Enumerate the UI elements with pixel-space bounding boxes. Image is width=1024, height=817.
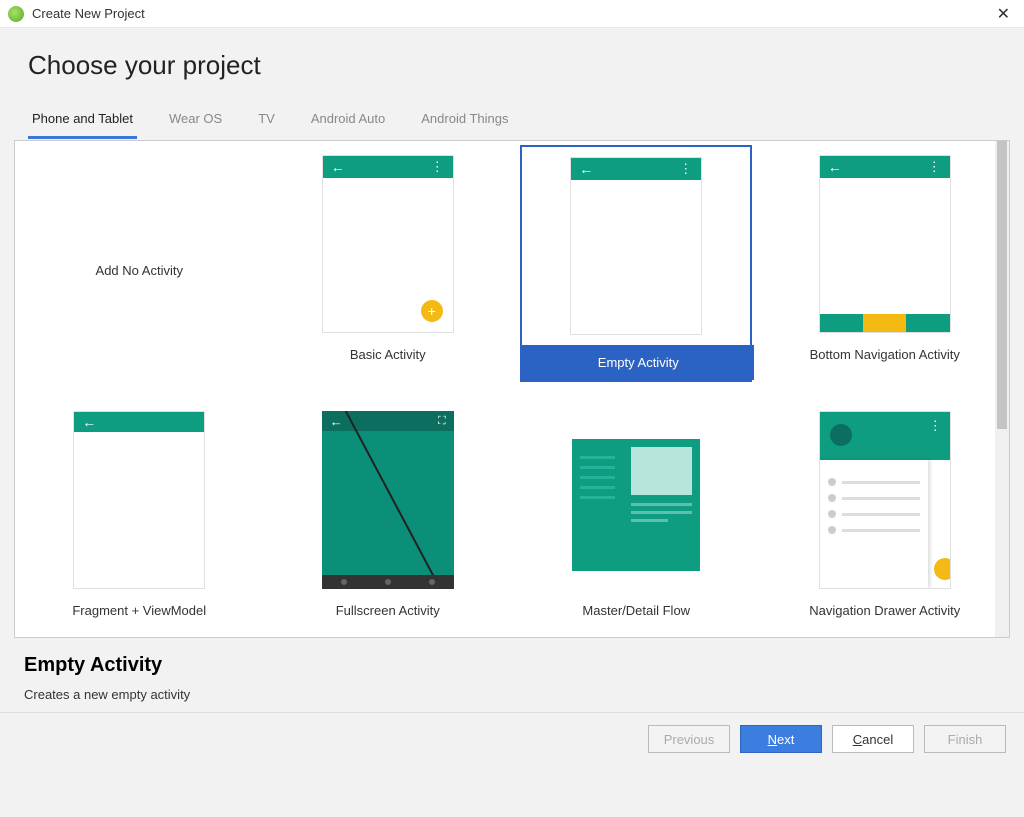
overflow-menu-icon: ⋮ [928,159,942,175]
tab-wear-os[interactable]: Wear OS [165,105,226,139]
template-master-detail[interactable]: Master/Detail Flow [512,397,761,637]
content-area: Choose your project Phone and Tablet Wea… [0,28,1024,817]
next-button[interactable]: Next [740,725,822,753]
back-arrow-icon: ← [82,414,96,430]
template-basic-activity[interactable]: ← ⋮ + Basic Activity [264,141,513,397]
template-bottom-navigation[interactable]: ← ⋮ Bottom Navigation Activity [761,141,1010,397]
template-label: Navigation Drawer Activity [809,603,960,618]
form-factor-tabs: Phone and Tablet Wear OS TV Android Auto… [0,105,1024,140]
back-arrow-icon: ← [331,159,345,175]
template-label: Empty Activity [522,345,754,380]
template-label: Bottom Navigation Activity [810,347,960,362]
selection-description: Empty Activity Creates a new empty activ… [0,638,1024,712]
template-empty-activity[interactable]: ← ⋮ Empty Activity [512,141,761,397]
android-studio-icon [8,6,24,22]
template-fragment-viewmodel[interactable]: ← Fragment + ViewModel [15,397,264,637]
fullscreen-icon: ⛶ [438,415,446,428]
template-label: Fullscreen Activity [336,603,440,618]
fab-icon: + [421,300,443,322]
fab-icon [934,558,951,580]
cancel-button[interactable]: Cancel [832,725,914,753]
page-title: Choose your project [0,28,1024,105]
template-label: Basic Activity [350,347,426,362]
overflow-menu-icon: ⋮ [929,418,942,434]
overflow-menu-icon: ⋮ [679,161,693,177]
template-label: Fragment + ViewModel [72,603,206,618]
back-arrow-icon: ← [579,161,593,177]
tab-phone-tablet[interactable]: Phone and Tablet [28,105,137,139]
template-fullscreen-activity[interactable]: ← ⛶ Fullscreen Activity [264,397,513,637]
template-label: Master/Detail Flow [582,603,690,618]
selected-description: Creates a new empty activity [24,687,1000,702]
close-icon[interactable]: ✕ [991,4,1016,24]
previous-button: Previous [648,725,730,753]
avatar-icon [830,424,852,446]
titlebar: Create New Project ✕ [0,0,1024,28]
template-add-no-activity[interactable]: Add No Activity [15,141,264,397]
window-title: Create New Project [32,6,145,21]
back-arrow-icon: ← [828,159,842,175]
wizard-buttons: Previous Next Cancel Finish [0,712,1024,765]
tab-tv[interactable]: TV [254,105,279,139]
template-gallery: Add No Activity ← ⋮ + Basic Activity [14,140,1010,638]
dialog-window: Create New Project ✕ Choose your project… [0,0,1024,817]
overflow-menu-icon: ⋮ [431,159,445,175]
selected-title: Empty Activity [24,654,1000,677]
back-arrow-icon: ← [330,414,343,429]
tab-android-auto[interactable]: Android Auto [307,105,389,139]
bottom-nav-icon [820,314,950,332]
template-navigation-drawer[interactable]: ⋮ Navigation Drawer Activity [761,397,1010,637]
tab-android-things[interactable]: Android Things [417,105,512,139]
gallery-scrollbar[interactable] [995,141,1009,637]
finish-button: Finish [924,725,1006,753]
device-nav-bar-icon [322,575,454,589]
